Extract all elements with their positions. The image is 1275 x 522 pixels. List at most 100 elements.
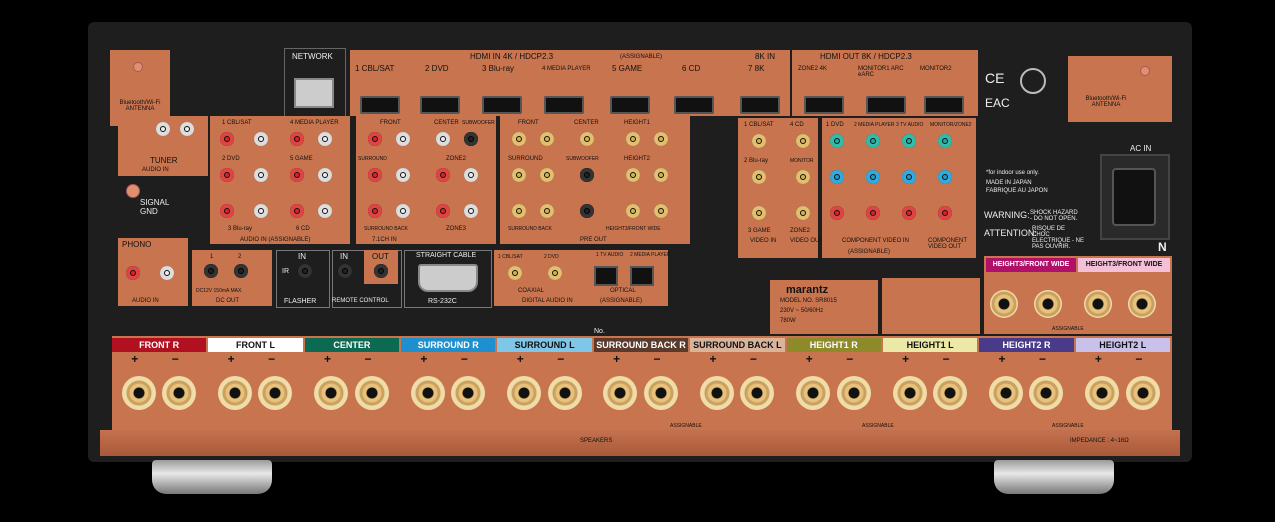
- binding-post-plus[interactable]: [988, 376, 1023, 410]
- 71ch-front-r[interactable]: [368, 132, 382, 146]
- hdmi-in-3-port[interactable]: [482, 96, 522, 114]
- coax-2-jack[interactable]: [548, 266, 562, 280]
- binding-post-minus[interactable]: [162, 376, 197, 410]
- comp-3-pr[interactable]: [902, 206, 916, 220]
- binding-post-minus[interactable]: [643, 376, 678, 410]
- binding-post-plus[interactable]: [217, 376, 252, 410]
- antenna-connector-right[interactable]: [1140, 66, 1150, 76]
- hdmi-out-monitor2-port[interactable]: [924, 96, 964, 114]
- binding-post-plus[interactable]: [603, 376, 638, 410]
- preout-center-jack[interactable]: [580, 132, 594, 146]
- audio-in-1-l[interactable]: [254, 132, 268, 146]
- comp-2-pr[interactable]: [866, 206, 880, 220]
- hdmi-out-zone2-port[interactable]: [804, 96, 844, 114]
- video-in-2-jack[interactable]: [752, 170, 766, 184]
- preout-surround-r[interactable]: [512, 168, 526, 182]
- video-in-4-jack[interactable]: [796, 134, 810, 148]
- binding-post-minus[interactable]: [836, 376, 871, 410]
- preout-height2-l[interactable]: [654, 168, 668, 182]
- comp-out-y[interactable]: [938, 134, 952, 148]
- 71ch-surround-r[interactable]: [368, 168, 382, 182]
- comp-3-y[interactable]: [902, 134, 916, 148]
- 71ch-center-jack[interactable]: [436, 132, 450, 146]
- 71ch-sub-jack[interactable]: [464, 132, 478, 146]
- dc-out-2-jack[interactable]: [234, 264, 248, 278]
- height3-r-plus[interactable]: [990, 290, 1018, 318]
- binding-post-plus[interactable]: [1085, 376, 1120, 410]
- zone2-jack-r[interactable]: [436, 168, 450, 182]
- binding-post-minus[interactable]: [933, 376, 967, 410]
- preout-front-r[interactable]: [512, 132, 526, 146]
- preout-height3-r[interactable]: [626, 204, 640, 218]
- preout-sb-l[interactable]: [540, 204, 554, 218]
- comp-out-pb[interactable]: [938, 170, 952, 184]
- hdmi-in-4-port[interactable]: [544, 96, 584, 114]
- binding-post-minus[interactable]: [547, 376, 582, 410]
- tuner-jack-l[interactable]: [180, 122, 194, 136]
- binding-post-plus[interactable]: [121, 376, 156, 410]
- binding-post-plus[interactable]: [892, 376, 927, 410]
- hdmi-in-1-port[interactable]: [360, 96, 400, 114]
- 71ch-sb-r[interactable]: [368, 204, 382, 218]
- preout-height1-r[interactable]: [626, 132, 640, 146]
- preout-height3-l[interactable]: [654, 204, 668, 218]
- comp-1-pb[interactable]: [830, 170, 844, 184]
- video-in-3-jack[interactable]: [752, 206, 766, 220]
- audio-in-3-l[interactable]: [254, 204, 268, 218]
- hdmi-out-monitor1-port[interactable]: [866, 96, 906, 114]
- comp-2-pb[interactable]: [866, 170, 880, 184]
- preout-sub2-jack[interactable]: [580, 204, 594, 218]
- audio-in-3-r[interactable]: [220, 204, 234, 218]
- comp-3-pb[interactable]: [902, 170, 916, 184]
- preout-front-l[interactable]: [540, 132, 554, 146]
- video-in-1-jack[interactable]: [752, 134, 766, 148]
- height3-r-minus[interactable]: [1034, 290, 1062, 318]
- binding-post-plus[interactable]: [796, 376, 831, 410]
- audio-in-5-l[interactable]: [318, 168, 332, 182]
- ethernet-port[interactable]: [294, 78, 334, 108]
- phono-jack-l[interactable]: [160, 266, 174, 280]
- tuner-jack-r[interactable]: [156, 122, 170, 136]
- preout-height1-l[interactable]: [654, 132, 668, 146]
- audio-in-2-r[interactable]: [220, 168, 234, 182]
- binding-post-plus[interactable]: [410, 376, 445, 410]
- preout-height2-r[interactable]: [626, 168, 640, 182]
- phono-jack-r[interactable]: [126, 266, 140, 280]
- height3-l-minus[interactable]: [1128, 290, 1156, 318]
- rs232-port[interactable]: [418, 264, 478, 292]
- hdmi-in-8k-port[interactable]: [740, 96, 780, 114]
- binding-post-plus[interactable]: [314, 376, 349, 410]
- dc-out-1-jack[interactable]: [204, 264, 218, 278]
- binding-post-minus[interactable]: [354, 376, 389, 410]
- remote-in-jack[interactable]: [338, 264, 352, 278]
- hdmi-in-6-port[interactable]: [674, 96, 714, 114]
- video-out-zone2-jack[interactable]: [796, 206, 810, 220]
- preout-sb-r[interactable]: [512, 204, 526, 218]
- optical-2-port[interactable]: [630, 266, 654, 286]
- height3-l-plus[interactable]: [1084, 290, 1112, 318]
- binding-post-plus[interactable]: [699, 376, 734, 410]
- comp-1-y[interactable]: [830, 134, 844, 148]
- audio-in-1-r[interactable]: [220, 132, 234, 146]
- binding-post-plus[interactable]: [507, 376, 542, 410]
- preout-surround-l[interactable]: [540, 168, 554, 182]
- signal-gnd-terminal[interactable]: [126, 184, 140, 198]
- hdmi-in-2-port[interactable]: [420, 96, 460, 114]
- comp-1-pr[interactable]: [830, 206, 844, 220]
- video-out-monitor-jack[interactable]: [796, 170, 810, 184]
- 71ch-front-l[interactable]: [396, 132, 410, 146]
- ac-inlet-socket[interactable]: [1112, 168, 1156, 226]
- audio-in-4-l[interactable]: [318, 132, 332, 146]
- flasher-jack[interactable]: [298, 264, 312, 278]
- remote-out-jack[interactable]: [374, 264, 388, 278]
- zone2-jack-l[interactable]: [464, 168, 478, 182]
- binding-post-minus[interactable]: [258, 376, 293, 410]
- 71ch-sb-l[interactable]: [396, 204, 410, 218]
- 71ch-surround-l[interactable]: [396, 168, 410, 182]
- audio-in-2-l[interactable]: [254, 168, 268, 182]
- audio-in-6-l[interactable]: [318, 204, 332, 218]
- zone3-jack-l[interactable]: [464, 204, 478, 218]
- coax-1-jack[interactable]: [508, 266, 522, 280]
- optical-1-port[interactable]: [594, 266, 618, 286]
- binding-post-minus[interactable]: [740, 376, 775, 410]
